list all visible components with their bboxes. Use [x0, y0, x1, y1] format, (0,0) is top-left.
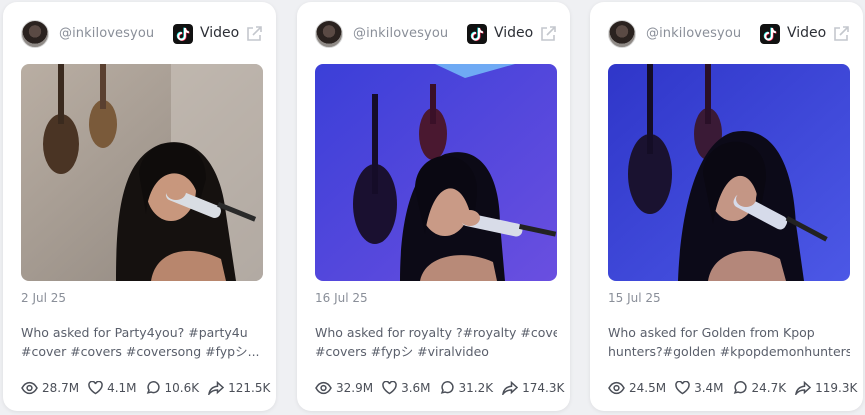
caption-line: #covers #fypシ #viralvideo	[315, 344, 489, 359]
video-thumbnail[interactable]	[315, 64, 557, 281]
video-card[interactable]: @inkilovesyou Video	[297, 2, 570, 411]
video-card[interactable]: @inkilovesyou Video	[3, 2, 276, 411]
comments-stat: 24.7K	[733, 381, 787, 395]
likes-stat: 3.6M	[382, 381, 431, 395]
comments-count: 10.6K	[164, 381, 200, 395]
avatar[interactable]	[21, 20, 49, 48]
creator-handle[interactable]: @inkilovesyou	[353, 26, 448, 41]
share-icon	[208, 381, 225, 395]
likes-stat: 3.4M	[675, 381, 724, 395]
avatar[interactable]	[608, 20, 636, 48]
platform-label: Video	[787, 25, 827, 41]
post-caption: Who asked for Golden from Kpop hunters?#…	[608, 323, 850, 361]
likes-count: 4.1M	[107, 381, 137, 395]
post-date: 16 Jul 25	[315, 291, 368, 305]
external-link-icon[interactable]	[245, 25, 263, 43]
comments-stat: 31.2K	[440, 381, 494, 395]
caption-line: Who asked for Party4you? #party4u	[21, 325, 248, 340]
caption-line: Who asked for Golden from Kpop	[608, 325, 815, 340]
share-icon	[795, 381, 812, 395]
tiktok-icon	[467, 24, 487, 44]
caption-line: Who asked for royalty ?#royalty #cover	[315, 325, 557, 340]
share-icon	[502, 381, 519, 395]
likes-stat: 4.1M	[88, 381, 137, 395]
likes-count: 3.4M	[694, 381, 724, 395]
views-count: 24.5M	[629, 381, 667, 395]
comments-count: 24.7K	[751, 381, 787, 395]
video-card[interactable]: @inkilovesyou Video	[590, 2, 863, 411]
external-link-icon[interactable]	[832, 25, 850, 43]
video-thumbnail[interactable]	[21, 64, 263, 281]
post-caption: Who asked for Party4you? #party4u #cover…	[21, 323, 263, 361]
post-date: 15 Jul 25	[608, 291, 661, 305]
comments-stat: 10.6K	[146, 381, 200, 395]
views-count: 28.7M	[42, 381, 80, 395]
heart-icon	[88, 381, 103, 395]
shares-stat: 174.3K	[502, 381, 564, 395]
engagement-stats: 24.5M 3.4M 24.7K 119.3K	[608, 378, 857, 398]
views-stat: 32.9M	[315, 381, 373, 395]
tiktok-icon	[173, 24, 193, 44]
comment-icon	[146, 381, 160, 394]
shares-count: 119.3K	[815, 381, 858, 395]
tiktok-icon	[760, 24, 780, 44]
post-caption: Who asked for royalty ?#royalty #cover #…	[315, 323, 557, 361]
card-header: @inkilovesyou Video	[590, 2, 863, 62]
likes-count: 3.6M	[401, 381, 431, 395]
card-header: @inkilovesyou Video	[297, 2, 570, 62]
post-date: 2 Jul 25	[21, 291, 67, 305]
platform-label: Video	[200, 25, 240, 41]
heart-icon	[675, 381, 690, 395]
video-thumbnail[interactable]	[608, 64, 850, 281]
views-stat: 24.5M	[608, 381, 666, 395]
views-stat: 28.7M	[21, 381, 79, 395]
heart-icon	[382, 381, 397, 395]
engagement-stats: 28.7M 4.1M 10.6K 121.5K	[21, 378, 270, 398]
caption-line: #cover #covers #coversong #fypシ...	[21, 344, 260, 359]
comment-icon	[440, 381, 454, 394]
external-link-icon[interactable]	[539, 25, 557, 43]
caption-line: hunters?#golden #kpopdemonhunters...	[608, 344, 850, 359]
card-header: @inkilovesyou Video	[3, 2, 276, 62]
comment-icon	[733, 381, 747, 394]
comments-count: 31.2K	[458, 381, 494, 395]
creator-handle[interactable]: @inkilovesyou	[59, 26, 154, 41]
shares-stat: 121.5K	[208, 381, 270, 395]
eye-icon	[315, 381, 332, 395]
shares-stat: 119.3K	[795, 381, 857, 395]
creator-handle[interactable]: @inkilovesyou	[646, 26, 741, 41]
engagement-stats: 32.9M 3.6M 31.2K 174.3K	[315, 378, 564, 398]
shares-count: 121.5K	[228, 381, 271, 395]
eye-icon	[21, 381, 38, 395]
platform-label: Video	[494, 25, 534, 41]
avatar[interactable]	[315, 20, 343, 48]
shares-count: 174.3K	[522, 381, 565, 395]
views-count: 32.9M	[336, 381, 374, 395]
eye-icon	[608, 381, 625, 395]
